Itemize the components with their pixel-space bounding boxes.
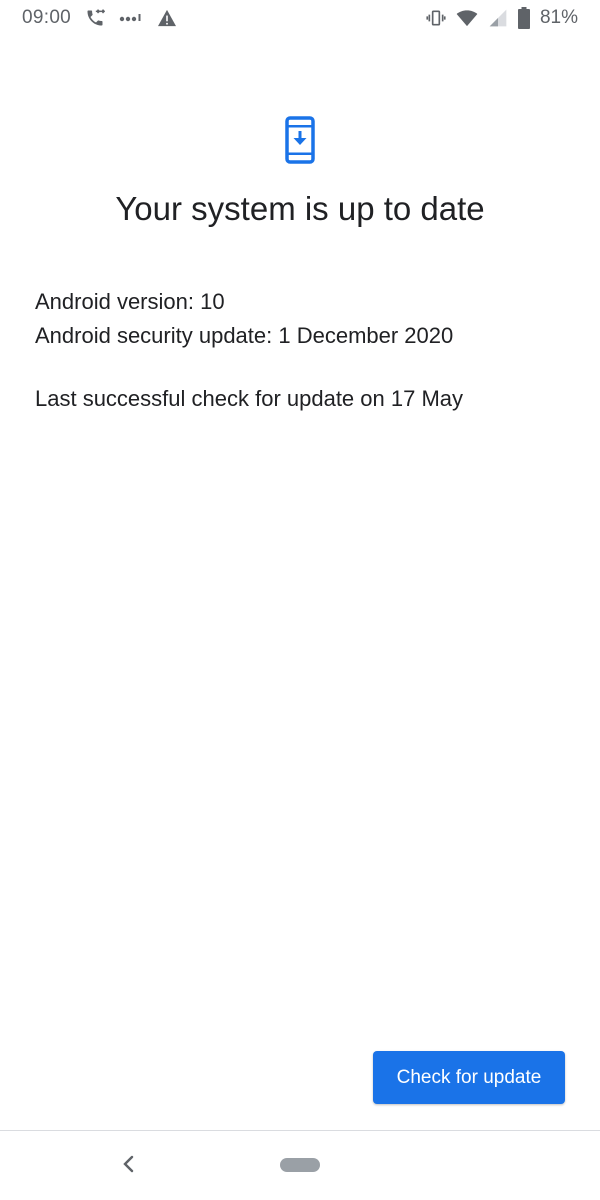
system-update-icon: [285, 116, 315, 164]
status-bar-left: 09:00: [22, 7, 177, 29]
battery-icon: [517, 7, 530, 29]
signal-icon: [488, 8, 508, 28]
home-pill-icon[interactable]: [280, 1158, 320, 1172]
check-for-update-button[interactable]: Check for update: [373, 1051, 565, 1104]
nav-divider: [0, 1130, 600, 1131]
back-icon[interactable]: [118, 1152, 140, 1176]
status-bar-right: 81%: [426, 7, 578, 29]
battery-percent: 81%: [539, 7, 578, 28]
system-update-screen: 09:00 81% Your system is up to date Andr…: [0, 0, 600, 1200]
security-update-text: Android security update: 1 December 2020: [35, 323, 454, 348]
call-forward-icon: [85, 8, 106, 28]
wifi-icon: [456, 9, 478, 27]
android-version-text: Android version: 10: [35, 289, 225, 314]
warning-icon: [157, 9, 177, 27]
last-check-text: Last successful check for update on 17 M…: [35, 386, 464, 411]
page-title: Your system is up to date: [115, 190, 485, 227]
vibrate-icon: [426, 8, 446, 28]
status-time: 09:00: [22, 7, 72, 28]
more-dots-icon: [119, 13, 143, 23]
version-info: Android version: 10 Android security upd…: [35, 285, 453, 353]
status-bar: 09:00 81%: [0, 0, 600, 38]
